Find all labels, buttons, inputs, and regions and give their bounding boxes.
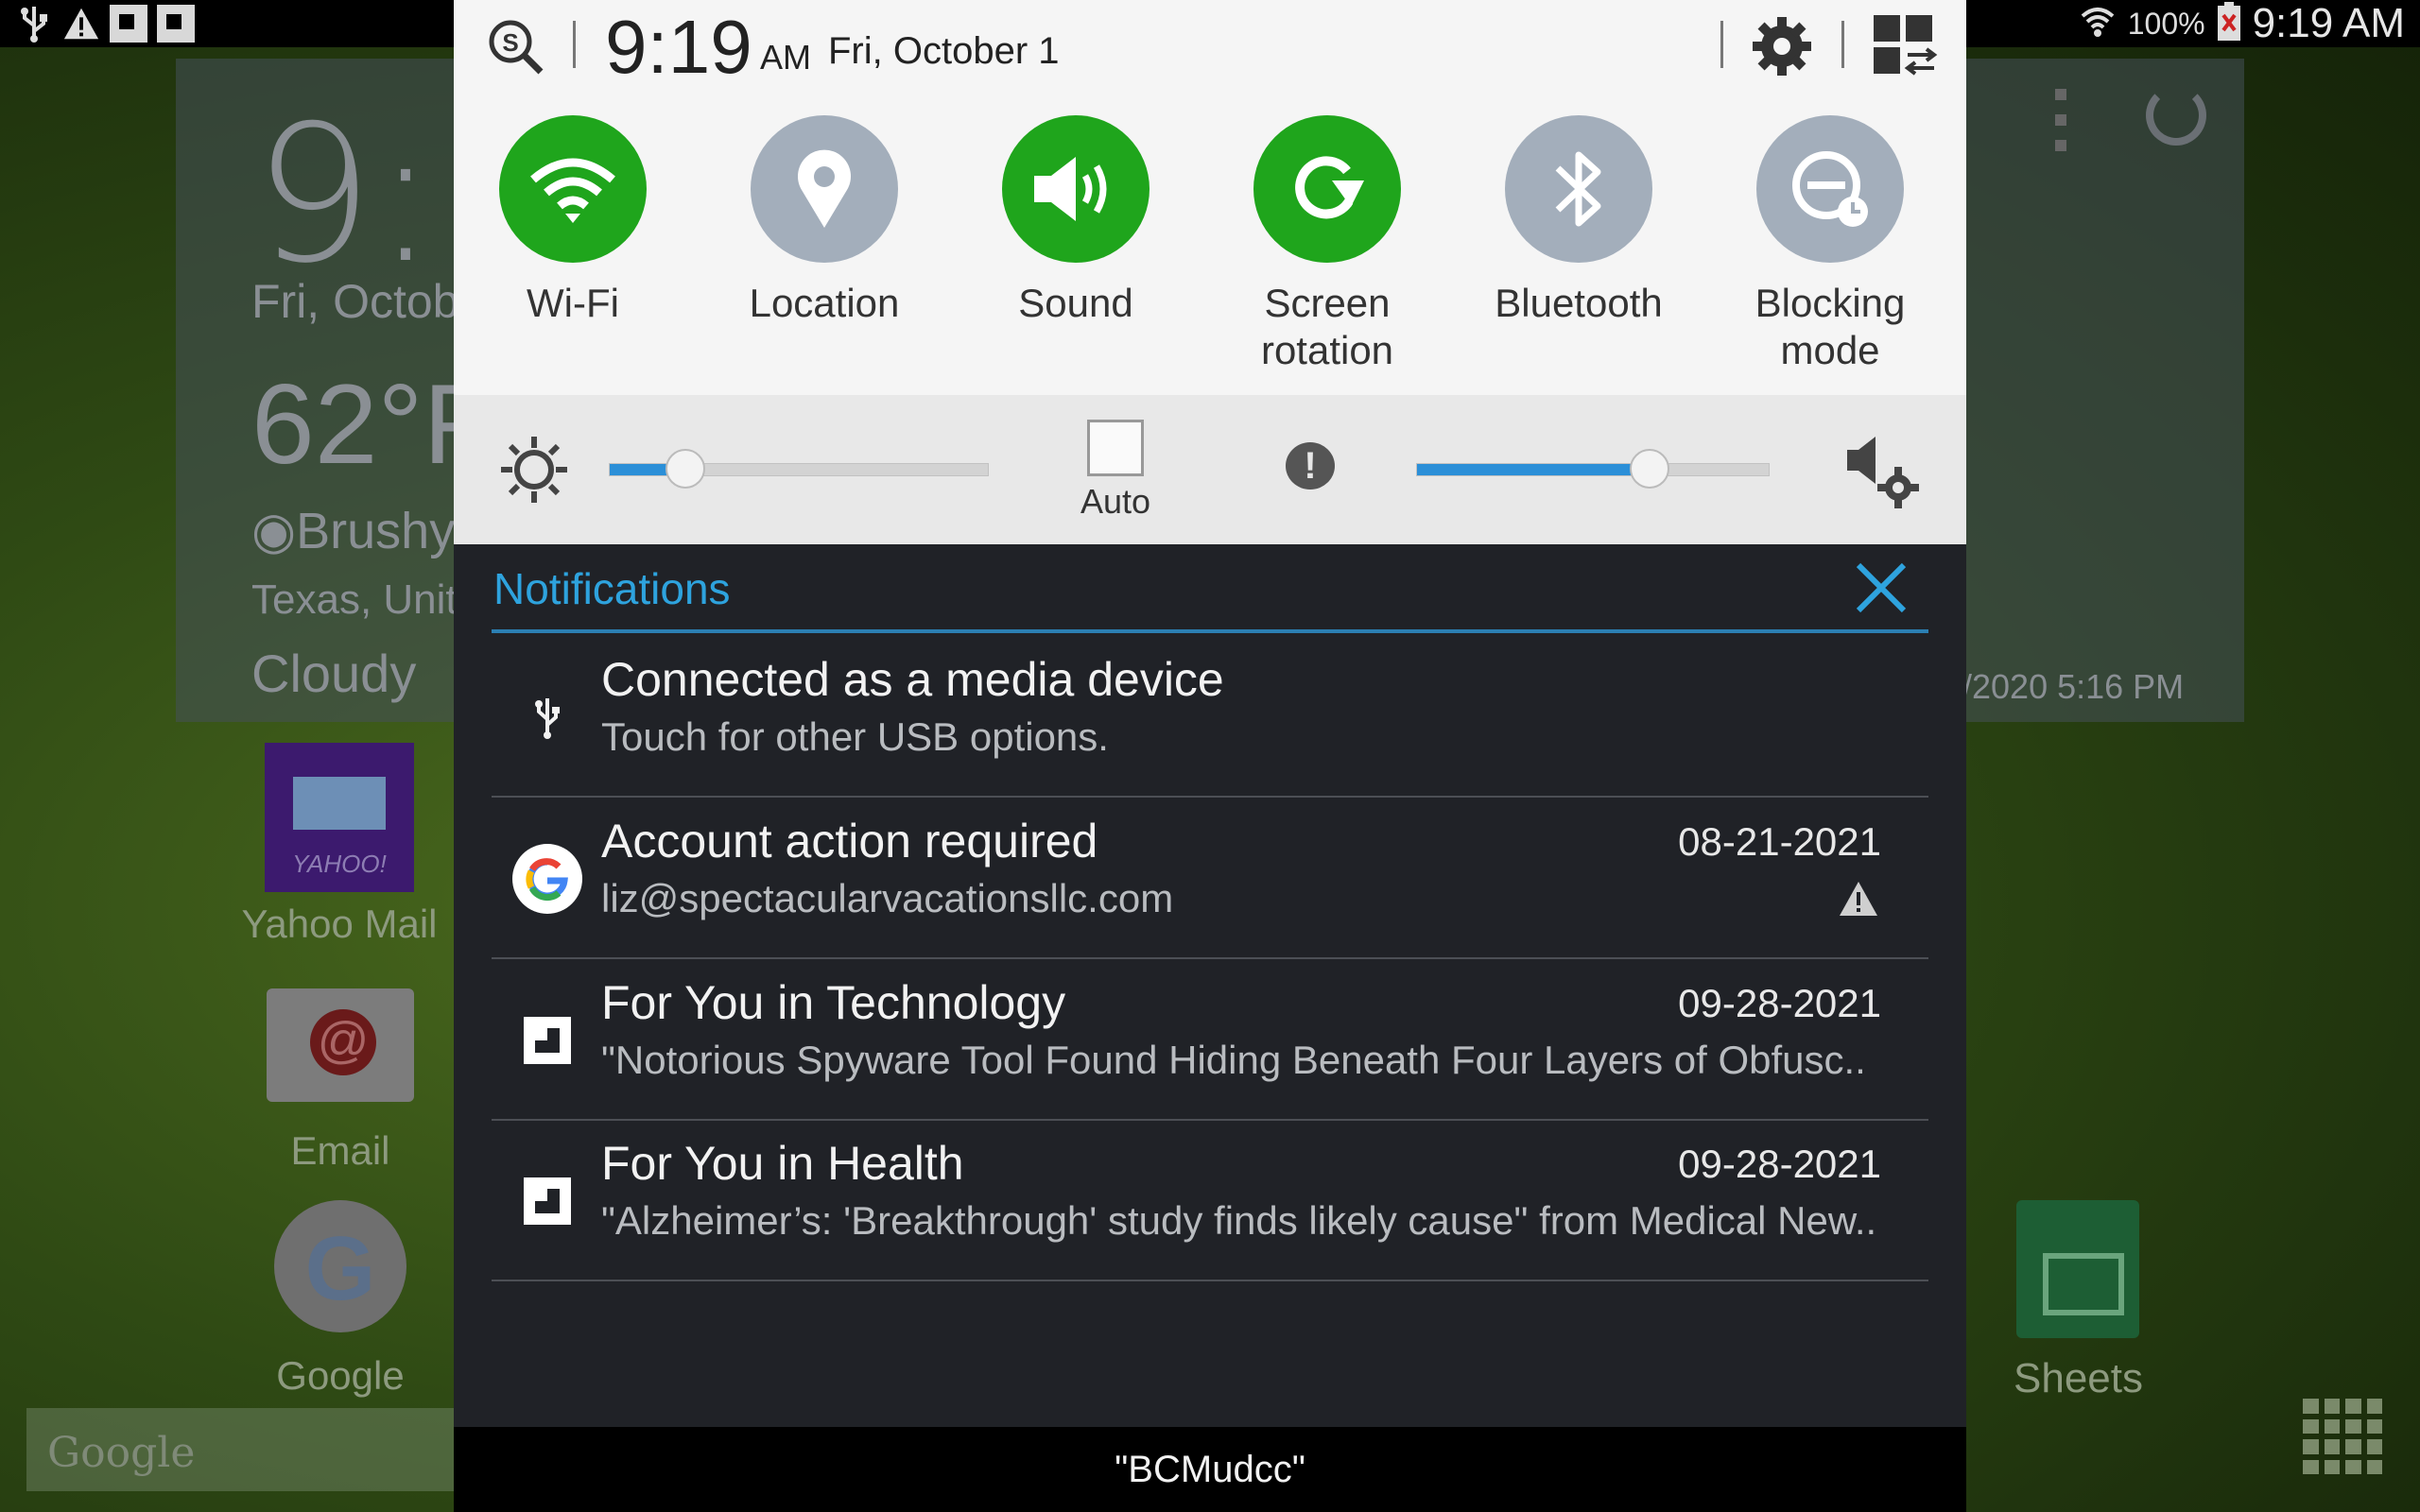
status-bar-right: 100% 9:19 AM [2079, 0, 2405, 46]
notification-title: Account action required [601, 815, 1098, 868]
flipboard-icon [512, 1005, 582, 1075]
blocking-mode-icon [1756, 115, 1904, 263]
notification-title: Connected as a media device [601, 653, 1224, 706]
notification-item[interactable]: For You in Health "Alzheimer’s: 'Breakth… [492, 1121, 1928, 1281]
s-finder-search-icon[interactable]: S [486, 17, 546, 77]
toggle-label: Bluetooth [1495, 281, 1663, 325]
app-email[interactable]: @ Email [236, 988, 444, 1174]
app-yahoo-mail[interactable]: YAHOO! Yahoo Mail [231, 743, 448, 947]
panel-ampm: AM [760, 38, 811, 77]
quick-settings: S 9:19 AM Fri, October 1 Wi-Fi Location … [454, 0, 1966, 544]
warning-icon [62, 5, 100, 43]
bluetooth-icon [1505, 115, 1652, 263]
notification-item[interactable]: For You in Technology "Notorious Spyware… [492, 960, 1928, 1121]
auto-brightness-checkbox[interactable] [1087, 420, 1144, 476]
auto-brightness-label: Auto [1080, 482, 1151, 521]
rotation-icon [1253, 115, 1401, 263]
widget-condition: Cloudy [251, 644, 417, 703]
clear-all-close-icon[interactable] [1853, 559, 1910, 616]
toggle-label: Blocking mode [1754, 281, 1906, 372]
toggle-screen-rotation[interactable]: Screen rotation [1214, 115, 1441, 374]
svg-text:S: S [502, 28, 518, 57]
apps-drawer-icon[interactable] [2303, 1399, 2382, 1474]
divider [1841, 21, 1844, 68]
yahoo-mail-icon: YAHOO! [265, 743, 414, 892]
usb-icon [512, 682, 582, 752]
notification-subtitle: Touch for other USB options. [601, 714, 1109, 759]
notification-item[interactable]: Account action required liz@spectacularv… [492, 799, 1928, 959]
quick-settings-header: S 9:19 AM Fri, October 1 [454, 0, 1966, 104]
toggle-wifi[interactable]: Wi-Fi [459, 115, 686, 327]
divider [1720, 21, 1723, 68]
notification-date: 09-28-2021 [1678, 1142, 1881, 1186]
sound-settings-icon[interactable] [1843, 431, 1923, 510]
toggle-label: Screen rotation [1260, 281, 1394, 372]
alert-icon: ! [1286, 442, 1335, 490]
notification-subtitle: liz@spectacularvacationsllc.com [601, 876, 1174, 920]
flipboard-icon [157, 5, 195, 43]
widget-menu-icon[interactable] [2051, 89, 2070, 151]
volume-slider[interactable] [1416, 449, 1770, 489]
location-pin-icon [751, 115, 898, 263]
battery-percent: 100% [2127, 6, 2205, 41]
app-label: Email [290, 1128, 390, 1173]
brightness-slider-thumb[interactable] [666, 449, 705, 489]
widget-location: ◉Brushy [251, 503, 456, 559]
widget-date: Fri, Octobe [251, 275, 486, 328]
app-google[interactable]: G Google [236, 1200, 444, 1399]
notification-panel: S 9:19 AM Fri, October 1 Wi-Fi Location … [454, 0, 1966, 1512]
toggle-sound[interactable]: Sound [962, 115, 1189, 327]
app-label: Google [276, 1353, 405, 1398]
email-icon: @ [267, 988, 414, 1102]
notifications-title: Notifications [493, 564, 731, 613]
notification-item[interactable]: Connected as a media device Touch for ot… [492, 637, 1928, 798]
edit-quick-settings-icon[interactable] [1874, 15, 1938, 77]
toggle-blocking-mode[interactable]: Blocking mode [1717, 115, 1944, 374]
notification-title: For You in Technology [601, 976, 1066, 1029]
speaker-icon [1002, 115, 1150, 263]
notification-subtitle: "Notorious Spyware Tool Found Hiding Ben… [601, 1038, 1866, 1082]
notification-subtitle: "Alzheimer’s: 'Breakthrough' study finds… [601, 1198, 1877, 1243]
slider-area: Auto ! [454, 395, 1966, 544]
toggle-bluetooth[interactable]: Bluetooth [1465, 115, 1692, 327]
battery-icon [2217, 1, 2241, 46]
refresh-icon[interactable] [2146, 85, 2206, 146]
flipboard-icon [110, 5, 147, 43]
usb-icon [15, 5, 53, 43]
sheets-icon [2016, 1200, 2140, 1338]
app-label: Yahoo Mail [241, 902, 438, 946]
google-g-icon [512, 844, 582, 914]
panel-date: Fri, October 1 [828, 30, 1060, 72]
status-bar-time: 9:19 AM [2252, 0, 2405, 46]
notification-title: For You in Health [601, 1137, 964, 1190]
divider [573, 21, 576, 68]
notification-date: 09-28-2021 [1678, 981, 1881, 1025]
settings-gear-icon[interactable] [1751, 15, 1813, 77]
warning-icon [1838, 880, 1879, 918]
notification-date: 08-21-2021 [1678, 819, 1881, 864]
toggle-label: Location [749, 281, 900, 325]
quick-toggles: Wi-Fi Location Sound Screen rotation Blu… [454, 115, 1966, 389]
panel-time: 9:19 [605, 5, 752, 89]
app-label: Sheets [2014, 1355, 2143, 1401]
wifi-icon [2079, 3, 2117, 45]
flipboard-icon [512, 1166, 582, 1236]
toggle-location[interactable]: Location [711, 115, 938, 327]
status-bar-left-icons [15, 4, 195, 43]
brightness-sun-icon [499, 435, 569, 505]
google-icon: G [274, 1200, 406, 1332]
notifications-header: Notifications [492, 544, 1928, 633]
brightness-slider[interactable] [609, 449, 989, 489]
network-name-footer: "BCMudcc" [454, 1427, 1966, 1512]
app-sheets[interactable]: Sheets [2014, 1200, 2143, 1402]
volume-slider-thumb[interactable] [1629, 449, 1669, 489]
google-search-bar[interactable]: Google [26, 1408, 471, 1491]
widget-region: Texas, Unit [251, 576, 458, 623]
toggle-label: Sound [1018, 281, 1133, 325]
toggle-label: Wi-Fi [527, 281, 619, 325]
wifi-icon [499, 115, 647, 263]
widget-updated-time: /2020 5:16 PM [1962, 667, 2185, 706]
